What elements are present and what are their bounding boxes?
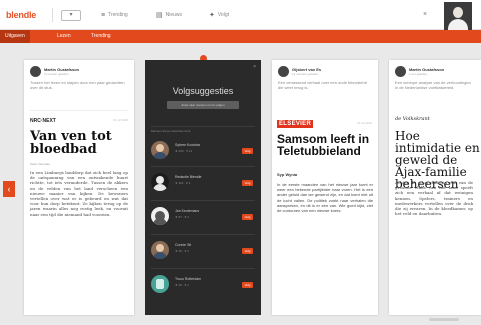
avatar-body <box>153 218 167 225</box>
suggestion-name[interactable]: Redactie Blendle <box>175 175 201 179</box>
avatar-head <box>156 144 164 152</box>
suggestion-item[interactable]: Sybren Kooistra ★ 203 · ♥ 12 Volg <box>151 138 255 162</box>
close-icon[interactable]: × <box>423 11 427 18</box>
avatar-body <box>153 152 167 159</box>
avatar <box>151 173 169 191</box>
avatar-body <box>448 19 468 30</box>
article-card[interactable]: Martin Gustafsson 1 uur geleden Een sche… <box>389 60 481 315</box>
article-body: In een Limburgs landdorp dat zich heel l… <box>30 170 128 217</box>
tab-bar: Uitgaven Lezen Trending <box>0 30 481 43</box>
article-card[interactable]: Martin Gustafsson 3 minuten geleden Tuss… <box>24 60 134 315</box>
post-text: Een verrassend verhaal over een oude tel… <box>278 80 367 90</box>
suggestion-meta: ★ 46 · ♥ 2 <box>175 249 189 253</box>
post-text: Tussen het lezen en slapen door een paar… <box>30 80 125 90</box>
post-text: Een scherpe analyse van de verhoudingen … <box>395 80 471 90</box>
tab-issues[interactable]: Uitgaven <box>0 30 30 43</box>
nav-following[interactable]: ✦ Volgt <box>209 11 229 19</box>
follow-button[interactable]: Volg <box>242 282 253 288</box>
social-post: Martin Gustafsson 3 minuten geleden Tuss… <box>30 66 128 104</box>
suggestion-item[interactable]: Truus Rotterdam ★ 29 · ♥ 1 Volg <box>151 272 255 296</box>
divider <box>30 110 128 111</box>
avatar <box>151 275 169 293</box>
nav-label: Volgt <box>217 12 229 18</box>
suggestion-item[interactable]: Connie Sit ★ 46 · ♥ 2 Volg <box>151 238 255 262</box>
article-source: ELSEVIER <box>277 120 314 128</box>
follow-button[interactable]: Volg <box>242 180 253 186</box>
avatar-body <box>153 252 167 259</box>
post-time: 3 minuten geleden <box>44 72 69 76</box>
suggestion-meta: ★ 203 · ♥ 12 <box>175 149 193 153</box>
newspaper-icon: ▤ <box>156 11 163 19</box>
divider <box>151 200 255 201</box>
follow-button[interactable]: Volg <box>242 148 253 154</box>
suggestion-meta: ★ 29 · ♥ 1 <box>175 283 189 287</box>
divider <box>151 234 255 235</box>
avatar-head <box>156 244 164 252</box>
article-date: 31.12.2016 <box>356 121 372 125</box>
article-author: Syp Wynia <box>277 172 298 177</box>
avatar <box>151 141 169 159</box>
close-icon[interactable]: × <box>253 64 256 70</box>
suggestion-name[interactable]: Truus Rotterdam <box>175 277 201 281</box>
article-title[interactable]: Van ven tot bloedbad <box>30 130 130 156</box>
suggestion-name[interactable]: Sybren Kooistra <box>175 143 200 147</box>
previous-arrow-button[interactable]: ‹ <box>3 181 15 197</box>
follow-button[interactable]: Volg <box>242 248 253 254</box>
article-body: Achter de schermen van een van de groots… <box>395 180 473 217</box>
article-date: 31.12.2016 <box>112 118 128 122</box>
top-bar: blendle ▾ ≡ Trending ▤ Nieuws ✦ Volgt × <box>0 0 481 30</box>
social-post: Gijsbert van Es 12 minuten geleden Een v… <box>278 66 372 104</box>
suggestion-name[interactable]: Connie Sit <box>175 243 191 247</box>
avatar-head <box>453 7 463 18</box>
post-time: 1 uur geleden <box>409 72 428 76</box>
tab-trending[interactable]: Trending <box>86 30 116 43</box>
avatar <box>151 207 169 225</box>
menu-icon: ≡ <box>101 11 106 19</box>
avatar[interactable] <box>30 66 41 77</box>
tab-read[interactable]: Lezen <box>52 30 76 43</box>
dropdown-button[interactable]: ▾ <box>61 10 81 21</box>
user-avatar[interactable] <box>444 2 472 30</box>
article-title[interactable]: Samsom leeft in Teletubbieland <box>277 133 377 157</box>
panel-title: Volgsuggesties <box>172 86 234 96</box>
follow-suggestions-panel: × Volgsuggesties Zoek naar mensen om te … <box>145 60 261 315</box>
article-author: Peter Vermaas <box>30 162 50 166</box>
avatar-head <box>156 176 164 184</box>
suggestion-meta: ★ 118 · ♥ 4 <box>175 181 191 185</box>
search-input[interactable]: Zoek naar mensen om te volgen <box>167 101 239 109</box>
divider <box>52 8 53 22</box>
avatar <box>151 241 169 259</box>
nav-trending[interactable]: ≡ Trending <box>101 11 128 19</box>
article-card[interactable]: Gijsbert van Es 12 minuten geleden Een v… <box>272 60 378 315</box>
section-label: Mensen die je misschien kent <box>151 129 191 133</box>
avatar[interactable] <box>278 66 289 77</box>
nav-news[interactable]: ▤ Nieuws <box>156 11 183 19</box>
article-source: de Volkskrant <box>395 116 430 122</box>
nav-label: Nieuws <box>165 12 183 18</box>
article-source: NRC·NEXT <box>30 118 56 124</box>
follow-button[interactable]: Volg <box>242 214 253 220</box>
suggestion-item[interactable]: Jan Keulemans ★ 87 · ♥ 3 Volg <box>151 204 255 228</box>
avatar[interactable] <box>395 66 406 77</box>
divider <box>151 126 255 127</box>
scroll-indicator[interactable] <box>429 318 459 321</box>
suggestion-item[interactable]: Redactie Blendle ★ 118 · ♥ 4 Volg <box>151 170 255 194</box>
suggestion-name[interactable]: Jan Keulemans <box>175 209 199 213</box>
suggestion-meta: ★ 87 · ♥ 3 <box>175 215 189 219</box>
divider <box>151 166 255 167</box>
star-icon: ✦ <box>209 11 215 19</box>
avatar-body <box>153 184 167 191</box>
article-body: In de eerste maanden van het nieuwe jaar… <box>277 182 373 214</box>
social-post: Martin Gustafsson 1 uur geleden Een sche… <box>395 66 475 104</box>
divider <box>151 268 255 269</box>
nav-label: Trending <box>108 12 128 18</box>
avatar-head <box>156 279 164 289</box>
logo[interactable]: blendle <box>6 10 36 20</box>
post-time: 12 minuten geleden <box>292 72 319 76</box>
